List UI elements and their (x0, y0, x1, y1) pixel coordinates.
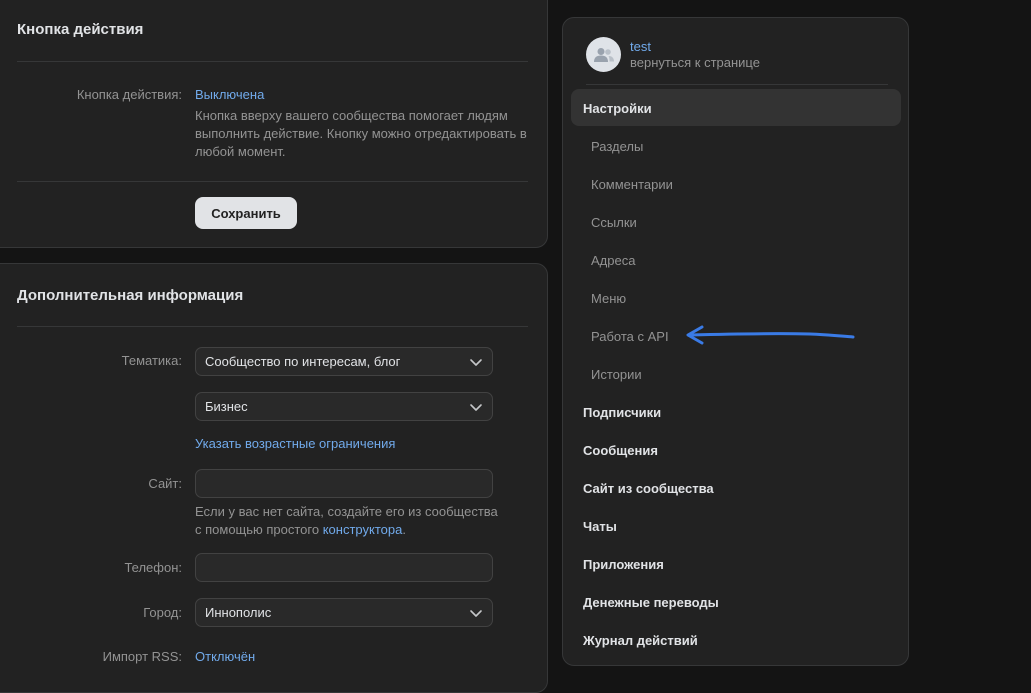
sidebar-item-subscribers[interactable]: Подписчики (583, 405, 661, 420)
sidebar-item-chats[interactable]: Чаты (583, 519, 617, 534)
back-to-page-link[interactable]: вернуться к странице (630, 55, 760, 70)
site-hint: Если у вас нет сайта, создайте его из со… (195, 503, 498, 539)
hint-line: Кнопка вверху вашего сообщества помогает… (195, 108, 508, 123)
city-select[interactable]: Иннополис (195, 598, 493, 627)
hint-line: выполнить действие. Кнопку можно отредак… (195, 126, 527, 141)
sidebar-subitem-links[interactable]: Ссылки (591, 215, 637, 230)
subtopic-select-value: Бизнес (205, 399, 248, 414)
annotation-arrow-icon (686, 325, 855, 345)
hint-text: . (402, 522, 406, 537)
sidebar-subitem-addresses[interactable]: Адреса (591, 253, 635, 268)
action-button-card: Кнопка действия Кнопка действия: Выключе… (0, 0, 548, 248)
additional-info-card: Дополнительная информация Тематика: Сооб… (0, 263, 548, 693)
users-icon (593, 47, 614, 62)
hint-line: с помощью простого конструктора. (195, 521, 498, 539)
sidebar-item-apps[interactable]: Приложения (583, 557, 664, 572)
action-button-label: Кнопка действия: (76, 87, 182, 102)
chevron-down-icon (470, 404, 482, 411)
city-label: Город: (143, 605, 182, 620)
community-name-link[interactable]: test (630, 39, 651, 54)
sidebar-item-site[interactable]: Сайт из сообщества (583, 481, 714, 496)
city-select-value: Иннополис (205, 605, 272, 620)
divider (586, 84, 888, 85)
divider (17, 326, 528, 327)
age-restrictions-link[interactable]: Указать возрастные ограничения (195, 436, 395, 451)
sidebar-item-settings-label[interactable]: Настройки (583, 101, 652, 116)
avatar[interactable] (586, 37, 621, 72)
sidebar-item-action-log[interactable]: Журнал действий (583, 633, 698, 648)
action-button-hint: Кнопка вверху вашего сообщества помогает… (195, 107, 527, 161)
divider (17, 61, 528, 62)
info-card-title: Дополнительная информация (17, 287, 244, 304)
site-input[interactable] (195, 469, 493, 498)
sidebar-subitem-comments[interactable]: Комментарии (591, 177, 673, 192)
rss-label: Импорт RSS: (102, 649, 182, 664)
sidebar-subitem-sections[interactable]: Разделы (591, 139, 643, 154)
chevron-down-icon (470, 359, 482, 366)
action-card-title: Кнопка действия (17, 21, 144, 38)
sidebar-item-messages[interactable]: Сообщения (583, 443, 658, 458)
constructor-link[interactable]: конструктора (323, 522, 403, 537)
rss-import-link[interactable]: Отключён (195, 649, 255, 664)
subtopic-select[interactable]: Бизнес (195, 392, 493, 421)
hint-text: с помощью простого (195, 522, 323, 537)
topic-select[interactable]: Сообщество по интересам, блог (195, 347, 493, 376)
hint-line: любой момент. (195, 144, 286, 159)
hint-line: Если у вас нет сайта, создайте его из со… (195, 504, 498, 519)
sidebar-subitem-menu[interactable]: Меню (591, 291, 626, 306)
topic-select-value: Сообщество по интересам, блог (205, 354, 401, 369)
phone-label: Телефон: (124, 560, 182, 575)
sidebar-subitem-api[interactable]: Работа с API (591, 329, 669, 344)
phone-input[interactable] (195, 553, 493, 582)
topic-label: Тематика: (121, 353, 182, 368)
save-button[interactable]: Сохранить (195, 197, 297, 229)
sidebar-subitem-stories[interactable]: Истории (591, 367, 642, 382)
site-label: Сайт: (148, 476, 182, 491)
chevron-down-icon (470, 610, 482, 617)
divider (17, 181, 528, 182)
action-button-status-link[interactable]: Выключена (195, 87, 264, 102)
sidebar-item-money-transfers[interactable]: Денежные переводы (583, 595, 719, 610)
